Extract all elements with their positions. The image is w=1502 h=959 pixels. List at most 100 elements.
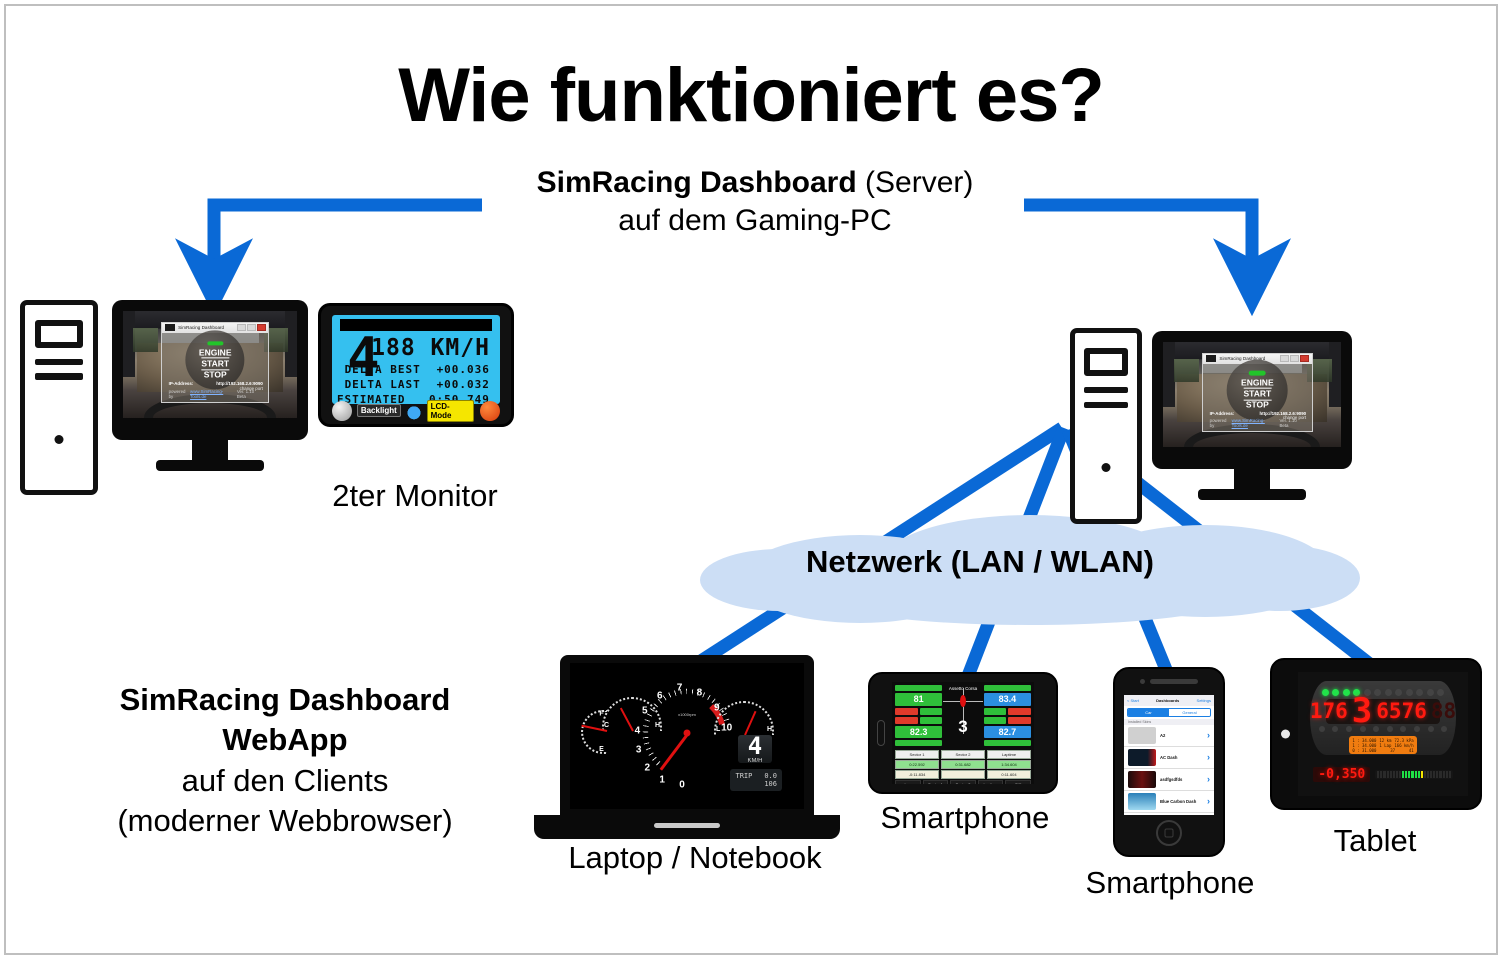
front-camera-icon (1281, 729, 1290, 739)
bar-seg (1399, 770, 1402, 778)
backlight-knob[interactable] (332, 400, 352, 421)
shift-led (1374, 688, 1382, 696)
status-led (1345, 726, 1352, 733)
simracing-dashboard-window[interactable]: SimRacing Dashboard ENGINE START STOP IP… (1202, 352, 1313, 433)
lcd-power-button[interactable] (480, 400, 500, 421)
engine-label-line2: START (1243, 387, 1272, 401)
phone-speaker-icon (877, 720, 885, 746)
bar-seg (1405, 770, 1408, 778)
tower-vent-2 (1083, 401, 1129, 409)
lcd-screen: 4 188 KM/H DELTA BEST +00.036 DELTA LAST… (332, 315, 500, 405)
bar-seg (1420, 770, 1423, 778)
tyre-head-bar (983, 685, 1032, 691)
list-item[interactable]: A2 › (1124, 725, 1214, 747)
laptop-base (534, 815, 840, 839)
brake-temp-badge (1008, 707, 1032, 715)
temp-high-label: H (654, 722, 660, 729)
laptop-trackpad-notch (654, 823, 720, 828)
bar-seg (1448, 770, 1451, 778)
tyre-value-rr: 82.7 (983, 725, 1032, 739)
smartphone-portrait-screen: < Start Dashboards Settings Car General … (1124, 695, 1214, 815)
tach-number: 8 (696, 687, 703, 699)
list-item[interactable]: Blue Carbon Dash › (1124, 791, 1214, 813)
settings-button[interactable]: Settings (1197, 698, 1211, 703)
monitor-screen: SimRacing Dashboard ENGINE START STOP IP… (123, 311, 297, 418)
footer-tab[interactable]: Laptime (977, 780, 1004, 784)
shift-led (1332, 688, 1340, 696)
close-button[interactable] (1300, 355, 1310, 363)
powered-by-link[interactable]: www.SimRacing-Tools.de (190, 389, 237, 399)
close-button[interactable] (257, 324, 267, 332)
oil-gauge: L H (714, 701, 774, 736)
minimize-button[interactable] (237, 324, 247, 332)
bar-seg (1427, 770, 1430, 778)
lcd-mode-badge[interactable]: LCD-Mode (426, 399, 475, 422)
window-controls[interactable] (1279, 355, 1310, 363)
bar-seg (1445, 770, 1448, 778)
window-controls[interactable] (236, 324, 267, 332)
footer-tab[interactable]: Diff (1005, 780, 1031, 784)
fuel-high-label: F (599, 710, 604, 718)
footer-tab[interactable]: Sector 1 (922, 780, 949, 784)
footer-tab[interactable]: Sector 2 (950, 780, 976, 784)
car-orientation-panel: Assetto Corsa 3 (943, 685, 983, 746)
delta-value: -0,350 (1313, 766, 1371, 782)
shift-led (1321, 688, 1329, 696)
list-item[interactable]: BMW M2M M3 › (1124, 813, 1214, 815)
minimize-button[interactable] (1280, 355, 1290, 363)
chevron-right-icon: › (1207, 774, 1210, 784)
tach-number: 3 (635, 744, 642, 756)
caption-second-monitor: 2ter Monitor (332, 478, 498, 513)
powered-by-text: powered by (1209, 418, 1227, 429)
maximize-button[interactable] (1290, 355, 1300, 363)
list-item[interactable]: AC Dash › (1124, 747, 1214, 769)
bar-seg (1417, 770, 1420, 778)
home-button[interactable] (1156, 820, 1182, 846)
status-led (1427, 726, 1434, 733)
monitor-neck (1234, 465, 1270, 491)
chevron-right-icon: › (1207, 796, 1210, 806)
column-header: Sector 2 (941, 750, 985, 760)
info-readout-panel: 1 : 34.000 12 km 72.3 kPa 1 : 34.000 1 L… (1349, 735, 1417, 754)
chevron-right-icon: › (1207, 752, 1210, 762)
table-header-row: Sector 1 Sector 2 Laptime (895, 750, 1031, 760)
lap-times-table: Sector 1 Sector 2 Laptime 0:22.592 0:31.… (892, 749, 1034, 784)
laptop-device: x1000rpm 0 1 2 3 4 5 6 7 8 9 10 C H E F … (534, 655, 840, 841)
tower-drive-bay (1083, 347, 1129, 376)
status-led (1400, 726, 1407, 733)
bar-seg (1436, 770, 1439, 778)
footer-tab-row[interactable]: Lap Sector 1 Sector 2 Laptime Diff (895, 780, 1031, 784)
tach-hub (683, 729, 691, 737)
list-item[interactable]: asdfgsdfds › (1124, 769, 1214, 791)
delta-bargraph (1375, 769, 1453, 780)
segment-general[interactable]: General (1169, 709, 1210, 716)
trip-label: TRIP (735, 772, 753, 780)
footer-tab[interactable]: Lap (895, 780, 921, 784)
bar-seg (1402, 770, 1405, 778)
lcd-row-value: +00.032 (436, 378, 490, 392)
shift-led (1405, 688, 1413, 696)
trip-odometer-box: TRIP 0.0 106 (730, 769, 782, 791)
webapp-description: SimRacing Dashboard WebApp auf den Clien… (50, 680, 520, 841)
tyre-value-rl: 82.3 (895, 725, 943, 739)
bar-seg (1380, 770, 1383, 778)
maximize-button[interactable] (247, 324, 257, 332)
monitor-neck (192, 436, 228, 462)
back-button[interactable]: < Start (1127, 698, 1139, 703)
main-monitor-right: SimRacing Dashboard ENGINE START STOP IP… (1152, 331, 1352, 500)
second-monitor-lcd: 4 188 KM/H DELTA BEST +00.036 DELTA LAST… (318, 303, 514, 427)
speed-value: 176 (1309, 699, 1348, 724)
segment-car[interactable]: Car (1128, 709, 1169, 716)
powered-by-link[interactable]: www.SimRacing-Tools.de (1232, 418, 1280, 428)
engine-label-line1: ENGINE (198, 347, 232, 358)
lcd-row-label: DELTA LAST (344, 378, 421, 392)
status-led (1441, 726, 1448, 733)
tyre-sub-fl (895, 707, 943, 715)
simracing-dashboard-window[interactable]: SimRacing Dashboard ENGINE START STOP IP… (161, 321, 270, 403)
speed-unit: KM/H (747, 758, 763, 764)
list-item-label: AC Dash (1160, 755, 1178, 760)
segmented-control[interactable]: Car General (1127, 708, 1211, 717)
status-led (1386, 726, 1393, 733)
bar-seg (1383, 770, 1386, 778)
app-navbar: < Start Dashboards Settings (1124, 695, 1214, 706)
